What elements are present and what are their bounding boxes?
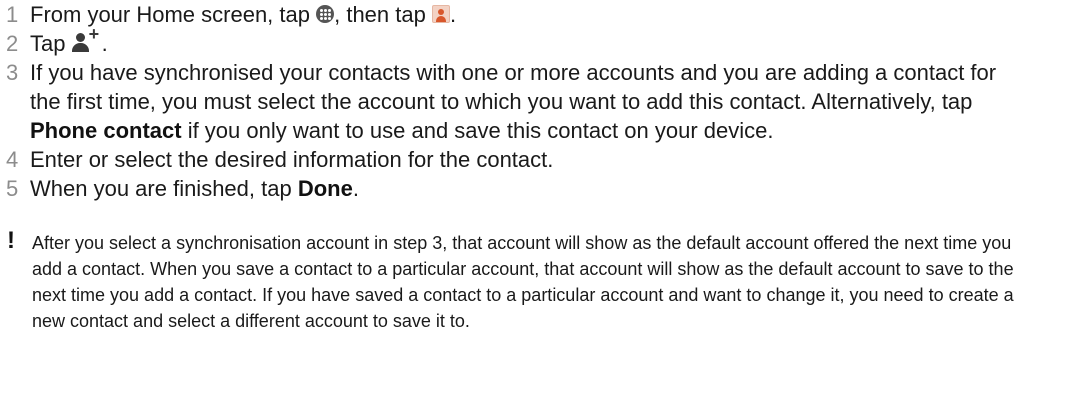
step-1: 1 From your Home screen, tap , then tap … — [0, 0, 1070, 29]
step-text-part: When you are finished, tap — [30, 176, 298, 201]
step-text: From your Home screen, tap , then tap . — [30, 0, 1030, 29]
step-text: If you have synchronised your contacts w… — [30, 58, 1030, 145]
step-text: When you are finished, tap Done. — [30, 174, 1030, 203]
add-contact-icon: + — [71, 25, 102, 53]
step-text: Enter or select the desired information … — [30, 147, 554, 172]
step-number: 4 — [6, 147, 19, 172]
step-number: 3 — [6, 60, 19, 85]
steps-list: 1 From your Home screen, tap , then tap … — [0, 0, 1070, 203]
done-label: Done — [297, 176, 353, 201]
step-text-part: . — [101, 31, 108, 56]
step-number: 5 — [6, 176, 19, 201]
step-2: 2 Tap +. — [0, 25, 1070, 58]
step-4: 4 Enter or select the desired informatio… — [0, 145, 1070, 174]
step-text-part: , then tap — [334, 2, 432, 27]
apps-icon — [316, 5, 335, 24]
note-box: ! After you select a synchronisation acc… — [0, 227, 1070, 334]
step-text-part: From your Home screen, tap — [30, 2, 317, 27]
note-text: After you select a synchronisation accou… — [32, 233, 1014, 331]
step-text: Tap +. — [30, 25, 1030, 58]
step-text-part: . — [352, 176, 359, 201]
step-3: 3 If you have synchronised your contacts… — [0, 58, 1070, 145]
step-5: 5 When you are finished, tap Done. — [0, 174, 1070, 203]
step-text-part: . — [449, 2, 457, 27]
step-text-part: Tap — [30, 31, 72, 56]
step-number: 1 — [6, 2, 19, 27]
phone-contact-label: Phone contact — [30, 118, 182, 143]
step-text-part: if you only want to use and save this co… — [181, 118, 774, 143]
contacts-app-icon — [431, 5, 450, 24]
step-text-part: If you have synchronised your contacts w… — [30, 60, 997, 114]
exclamation-icon: ! — [7, 227, 15, 254]
step-number: 2 — [6, 31, 19, 56]
